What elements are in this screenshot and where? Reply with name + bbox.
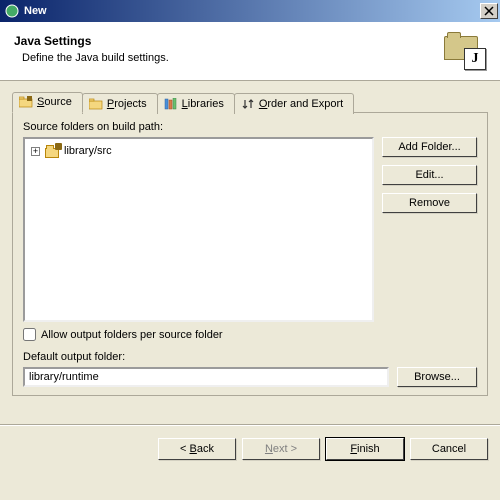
source-folders-label: Source folders on build path: — [23, 121, 477, 133]
source-folder-icon — [19, 96, 33, 108]
next-button: Next > — [242, 438, 320, 460]
window-title: New — [24, 5, 480, 17]
titlebar: New — [0, 0, 500, 22]
tree-item[interactable]: + library/src — [29, 143, 368, 159]
tab-bar: SSourceource Projects Libraries Order an… — [12, 91, 488, 113]
edit-button[interactable]: Edit... — [382, 165, 477, 185]
tab-libraries[interactable]: Libraries — [157, 93, 235, 114]
tab-order-export[interactable]: Order and Export — [234, 93, 354, 114]
java-project-icon: J — [442, 32, 486, 70]
browse-button[interactable]: Browse... — [397, 367, 477, 387]
allow-output-checkbox[interactable] — [23, 328, 36, 341]
wizard-banner: Java Settings Define the Java build sett… — [0, 22, 500, 81]
finish-button[interactable]: Finish — [326, 438, 404, 460]
page-description: Define the Java build settings. — [22, 52, 169, 64]
remove-button[interactable]: Remove — [382, 193, 477, 213]
close-button[interactable] — [480, 3, 498, 19]
package-folder-icon — [45, 144, 61, 158]
tab-projects[interactable]: Projects — [82, 93, 158, 114]
default-output-input[interactable] — [23, 367, 389, 387]
order-icon — [241, 98, 255, 110]
app-icon — [4, 3, 20, 19]
add-folder-button[interactable]: Add Folder... — [382, 137, 477, 157]
expand-toggle[interactable]: + — [31, 147, 40, 156]
wizard-buttons: < Back Next > Finish Cancel — [0, 426, 500, 472]
libraries-icon — [164, 98, 178, 110]
tree-item-label: library/src — [64, 145, 112, 157]
page-title: Java Settings — [14, 34, 169, 48]
source-panel: Source folders on build path: + library/… — [12, 113, 488, 396]
back-button[interactable]: < Back — [158, 438, 236, 460]
close-icon — [484, 6, 494, 16]
allow-output-label: Allow output folders per source folder — [41, 329, 223, 341]
source-folders-tree[interactable]: + library/src — [23, 137, 374, 322]
default-output-label: Default output folder: — [23, 351, 477, 363]
cancel-button[interactable]: Cancel — [410, 438, 488, 460]
tab-source[interactable]: SSourceource — [12, 92, 83, 113]
projects-icon — [89, 98, 103, 110]
